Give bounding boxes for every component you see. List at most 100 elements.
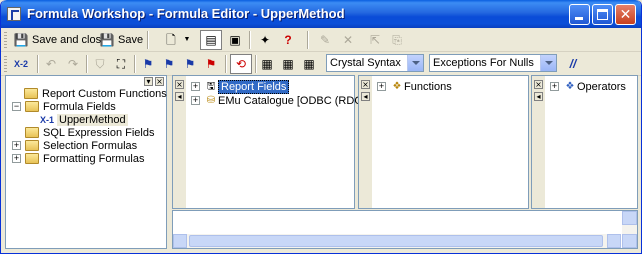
horizontal-scrollbar[interactable] <box>173 234 621 248</box>
save-and-close-button[interactable]: 💾 Save and close <box>13 31 108 49</box>
window-title: Formula Workshop - Formula Editor - Uppe… <box>27 6 345 21</box>
tree-item-label: Formula Fields <box>43 100 116 113</box>
formula-expert-button[interactable]: ✦ <box>257 31 273 49</box>
workshop-tree-pane: ▾ × Report Custom Functions − Formula Fi… <box>5 75 167 249</box>
operators-folder-icon: ❖ <box>565 80 575 92</box>
sort-button[interactable]: ⟲ <box>230 54 252 74</box>
chevron-down-icon[interactable] <box>540 55 556 71</box>
pane-menu-icon[interactable]: ◂ <box>175 92 184 101</box>
pane-menu-icon[interactable]: ▾ <box>144 77 153 86</box>
undo-button[interactable]: ↶ <box>43 55 59 73</box>
tree-item-operators[interactable]: + ❖ Operators <box>550 80 626 93</box>
scroll-left-button[interactable] <box>173 234 187 248</box>
save-button[interactable]: 💾 Save <box>99 31 144 49</box>
next-bookmark-button[interactable]: ⚑ <box>161 55 177 73</box>
new-document-icon: 🗋 <box>166 33 176 47</box>
chevron-down-icon[interactable] <box>407 55 423 71</box>
bookmark-button[interactable]: ⛉ <box>92 55 108 73</box>
null-handling-select-value: Exceptions For Nulls <box>433 57 534 69</box>
tree-item-report-custom-functions[interactable]: Report Custom Functions <box>24 87 167 100</box>
expand-icon[interactable]: + <box>191 82 200 91</box>
pane-close-icon[interactable]: × <box>361 80 370 89</box>
delete-icon: ✕ <box>342 33 354 47</box>
save-label: Save <box>118 34 144 46</box>
delete-button[interactable]: ✕ <box>340 31 356 49</box>
pane-close-icon[interactable]: × <box>175 80 184 89</box>
tree-item-formula-fields[interactable]: − Formula Fields <box>12 100 116 113</box>
syntax-select[interactable]: Crystal Syntax <box>326 54 424 72</box>
clear-bookmarks-button[interactable]: ⚑ <box>203 55 219 73</box>
toggle-tree-button[interactable]: ▤ <box>200 30 222 50</box>
expand-button[interactable]: ⇱ <box>367 31 383 49</box>
expand-icon[interactable]: + <box>191 96 200 105</box>
toolbar-separator <box>86 55 88 73</box>
pane-close-icon[interactable]: × <box>155 77 164 86</box>
previous-bookmark-button[interactable]: ⚑ <box>182 55 198 73</box>
show-formula-button[interactable]: ⎘ <box>389 31 405 49</box>
tree-item-label: Report Fields <box>218 79 290 94</box>
tree-item-report-fields[interactable]: + 🖫 Report Fields <box>191 79 290 94</box>
expand-icon[interactable]: + <box>12 154 21 163</box>
scroll-down-button[interactable] <box>622 234 637 248</box>
null-handling-select[interactable]: Exceptions For Nulls <box>429 54 557 72</box>
check-formula-icon: X-2 <box>13 59 28 69</box>
toolbar-main: 💾 Save and close 💾 Save 🗋 ▼ ▤ ▣ ✦ ? ✎ ✕ … <box>1 28 641 52</box>
tree-item-sql-expression-fields[interactable]: SQL Expression Fields <box>25 126 154 139</box>
help-button[interactable]: ? <box>280 31 296 49</box>
toggle-bookmark-button[interactable]: ⚑ <box>140 55 156 73</box>
properties-button[interactable]: ▣ <box>227 31 243 49</box>
new-dropdown-button[interactable]: ▼ <box>183 31 191 49</box>
find-button[interactable]: ⛶ <box>113 55 129 73</box>
scroll-right-button[interactable] <box>607 234 621 248</box>
comment-icon: // <box>569 57 577 71</box>
functions-folder-icon: ❖ <box>392 80 402 92</box>
scroll-up-button[interactable] <box>622 211 637 225</box>
toolbar-separator <box>225 55 227 73</box>
tree-item-formatting-formulas[interactable]: + Formatting Formulas <box>12 152 144 165</box>
redo-button[interactable]: ↷ <box>65 55 81 73</box>
floppy-icon: 💾 <box>13 33 29 47</box>
database-icon: ⛁ <box>206 94 216 106</box>
tree-item-uppermethod[interactable]: X-1 UpperMethod <box>40 113 128 126</box>
expand-icon[interactable]: + <box>550 82 559 91</box>
fields-tree-icon: ▦ <box>261 57 273 71</box>
pane-close-icon[interactable]: × <box>534 80 543 89</box>
tree-item-emu-catalogue[interactable]: + ⛁ EMu Catalogue [ODBC (RDO)] <box>191 94 370 107</box>
tree-view-icon: ▤ <box>205 33 217 47</box>
pane-menu-icon[interactable]: ◂ <box>534 92 543 101</box>
properties-icon: ▣ <box>229 33 241 47</box>
close-button[interactable]: ✕ <box>615 4 636 25</box>
operator-tree-pane: × ◂ + ❖ Operators <box>531 75 638 209</box>
toolbar-editor: X-2 ↶ ↷ ⛉ ⛶ ⚑ ⚑ ⚑ ⚑ ⟲ ▦ ▦ ▦ Crystal Synt… <box>1 52 641 76</box>
toolbar-grip[interactable] <box>4 56 7 72</box>
toggle-functions-button[interactable]: ▦ <box>280 55 296 73</box>
new-button[interactable]: 🗋 <box>163 31 179 49</box>
tree-item-functions[interactable]: + ❖ Functions <box>377 80 452 93</box>
expand-icon[interactable]: + <box>12 141 21 150</box>
bookmark-icon: ⛉ <box>95 57 105 71</box>
formula-text-editor[interactable] <box>172 210 638 249</box>
toolbar-separator <box>249 31 251 49</box>
pane-menu-icon[interactable]: ◂ <box>361 92 370 101</box>
help-icon: ? <box>284 33 292 47</box>
tree-item-selection-formulas[interactable]: + Selection Formulas <box>12 139 137 152</box>
functions-tree-icon: ▦ <box>282 57 294 71</box>
maximize-button[interactable] <box>592 4 613 25</box>
scroll-thumb[interactable] <box>189 235 603 247</box>
expand-icon[interactable]: + <box>377 82 386 91</box>
rename-icon: ✎ <box>319 33 331 47</box>
save-and-close-label: Save and close <box>32 34 108 46</box>
rename-button[interactable]: ✎ <box>317 31 333 49</box>
minimize-button[interactable] <box>569 4 590 25</box>
collapse-icon[interactable]: − <box>12 102 21 111</box>
title-bar[interactable]: Formula Workshop - Formula Editor - Uppe… <box>1 0 641 28</box>
toggle-operators-button[interactable]: ▦ <box>301 55 317 73</box>
vertical-scrollbar[interactable] <box>622 211 637 248</box>
toggle-fields-button[interactable]: ▦ <box>259 55 275 73</box>
toolbar-grip[interactable] <box>4 32 7 48</box>
folder-icon <box>25 153 39 164</box>
formula-page-icon: ⎘ <box>392 33 402 47</box>
check-formula-button[interactable]: X-2 <box>13 55 29 73</box>
function-tree-pane: × ◂ + ❖ Functions <box>358 75 529 209</box>
comment-button[interactable]: // <box>565 55 581 73</box>
